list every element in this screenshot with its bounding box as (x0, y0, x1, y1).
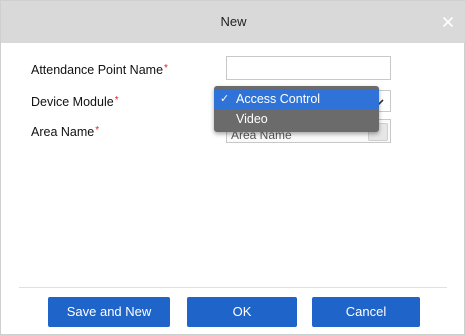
area-name-label-text: Area Name (31, 125, 95, 139)
device-module-dropdown: ✓ Access Control Video (214, 86, 379, 132)
close-button[interactable] (440, 14, 456, 30)
dropdown-option-video[interactable]: Video (214, 109, 379, 129)
attendance-point-name-input[interactable] (226, 56, 391, 80)
dropdown-option-access-control[interactable]: ✓ Access Control (214, 89, 379, 109)
required-marker: * (164, 63, 168, 74)
dropdown-option-label: Access Control (236, 92, 321, 106)
device-module-label: Device Module* (31, 95, 119, 109)
new-dialog: New Attendance Point Name* Device Module… (0, 0, 465, 335)
title-bar: New (1, 1, 465, 43)
footer-divider (19, 287, 447, 288)
ok-button[interactable]: OK (187, 297, 297, 327)
required-marker: * (114, 95, 119, 106)
area-name-label: Area Name* (31, 125, 99, 139)
close-icon (443, 17, 453, 27)
device-module-label-text: Device Module (31, 95, 114, 109)
required-marker: * (95, 125, 100, 136)
save-and-new-button[interactable]: Save and New (48, 297, 170, 327)
attendance-point-name-label-text: Attendance Point Name (31, 63, 164, 77)
dialog-title: New (220, 14, 247, 29)
dropdown-option-label: Video (236, 112, 268, 126)
cancel-button[interactable]: Cancel (312, 297, 420, 327)
checkmark-icon: ✓ (220, 93, 230, 105)
attendance-point-name-label: Attendance Point Name* (31, 63, 168, 77)
